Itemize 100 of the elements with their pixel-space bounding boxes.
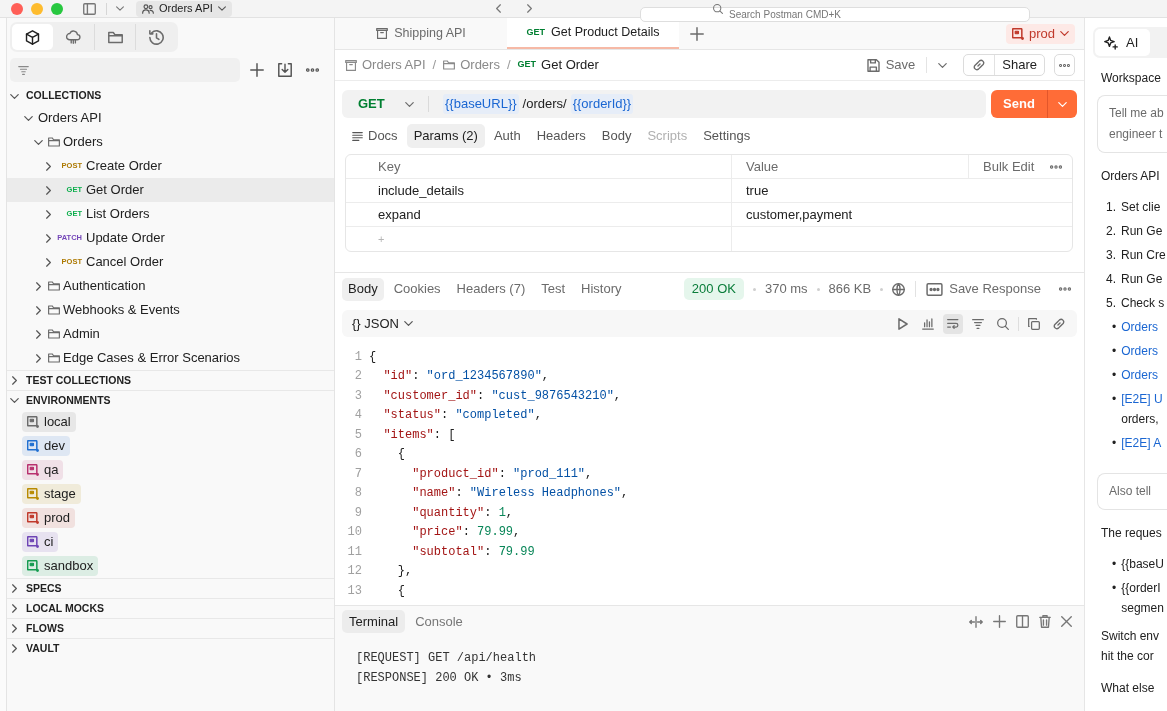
tree-item[interactable]: Authentication <box>7 274 334 298</box>
chevron-right-icon[interactable] <box>45 161 51 171</box>
section-header[interactable]: COLLECTIONS <box>10 86 102 106</box>
import-icon[interactable] <box>278 63 292 77</box>
viewer-tool-button[interactable] <box>943 313 963 334</box>
link-icon <box>973 59 986 71</box>
request-tab[interactable]: Docs <box>345 124 405 148</box>
plus-icon[interactable] <box>250 63 264 77</box>
panel-tab[interactable]: AI <box>1095 29 1150 56</box>
chevron-right-icon[interactable] <box>45 257 51 267</box>
line-number: 12 <box>346 563 362 581</box>
format-select[interactable]: {} JSON <box>352 313 413 334</box>
chevron-down-icon[interactable] <box>23 115 33 121</box>
forward-icon[interactable] <box>527 4 532 13</box>
more-icon[interactable] <box>1059 287 1071 291</box>
request-tab[interactable]: Params (2) <box>406 124 485 148</box>
link[interactable]: Orders <box>1121 317 1158 337</box>
workspace-button[interactable]: Orders API <box>136 0 232 17</box>
caret-icon[interactable] <box>116 6 124 11</box>
chevron-right-icon[interactable] <box>45 185 51 195</box>
tree-item[interactable]: Webhooks & Events <box>7 298 334 322</box>
environment-selector[interactable]: prod <box>1005 23 1075 44</box>
list-item-text: Run Cre <box>1121 247 1166 264</box>
environment-item[interactable]: qa <box>22 460 64 480</box>
method-select[interactable]: GET <box>342 90 428 118</box>
environment-item[interactable]: prod <box>22 508 76 528</box>
chevron-right-icon[interactable] <box>45 233 51 243</box>
trash-icon[interactable] <box>1039 615 1051 628</box>
terminal-tab[interactable]: Console <box>408 610 470 633</box>
chevron-right-icon[interactable] <box>35 353 41 363</box>
response-tab[interactable]: Body <box>342 277 384 301</box>
globe-icon[interactable] <box>892 282 906 296</box>
close-window-icon[interactable] <box>11 2 23 15</box>
environment-item[interactable]: sandbox <box>22 556 99 576</box>
box-icon <box>345 59 357 71</box>
more-button[interactable] <box>1054 54 1075 76</box>
request-tab[interactable]: Auth <box>486 124 528 148</box>
paragraph-text: Switch env hit the cor <box>1101 628 1160 665</box>
breadcrumb-link[interactable]: Orders API <box>345 55 426 75</box>
request-tab[interactable]: Settings <box>696 124 758 148</box>
chevron-right-icon[interactable] <box>45 209 51 219</box>
section-header[interactable]: VAULT <box>10 638 60 659</box>
tree-item[interactable]: Edge Cases & Error Scenarios <box>7 346 334 370</box>
environment-item[interactable]: ci <box>22 532 59 552</box>
tree-item[interactable]: Admin <box>7 322 334 346</box>
close-icon[interactable] <box>1061 616 1072 627</box>
more-icon[interactable] <box>306 68 319 72</box>
sparkle-icon <box>1104 35 1118 50</box>
request-tab[interactable]: Body <box>594 124 639 148</box>
code-line: }, <box>397 563 413 581</box>
link[interactable]: [E2E] U <box>1121 389 1163 409</box>
link[interactable]: [E2E] A <box>1121 433 1162 453</box>
chevron-down-icon[interactable] <box>938 62 948 68</box>
environment-item[interactable]: dev <box>22 436 70 456</box>
line-number: 5 <box>353 426 362 444</box>
request-tab[interactable]: Headers <box>529 124 593 148</box>
save-response-button[interactable]: Save Response <box>926 279 1041 299</box>
folder-icon <box>443 60 456 70</box>
plus-icon[interactable] <box>690 26 704 41</box>
sidebar-toggle-icon[interactable] <box>83 2 96 15</box>
section-header[interactable]: LOCAL MOCKS <box>10 598 104 619</box>
url-field[interactable]: {{baseURL}} /orders/ {{orderId}} <box>429 90 986 118</box>
resize-icon[interactable] <box>969 615 983 628</box>
editor-tab[interactable]: Shipping API <box>335 18 507 49</box>
split-view-icon[interactable] <box>1016 615 1029 628</box>
terminal-tab[interactable]: Terminal <box>342 610 406 633</box>
bulk-edit-button[interactable]: Bulk Edit <box>983 156 1035 177</box>
link[interactable]: Orders <box>1121 365 1158 385</box>
back-icon[interactable] <box>496 4 501 13</box>
more-icon[interactable] <box>1050 164 1062 169</box>
send-options-button[interactable] <box>1047 90 1077 118</box>
chevron-right-icon[interactable] <box>35 281 41 291</box>
list-marker: • <box>1112 556 1117 573</box>
line-number: 7 <box>353 465 362 483</box>
response-tab[interactable]: Headers (7) <box>450 277 532 301</box>
chevron-down-icon[interactable] <box>33 139 43 145</box>
environment-item[interactable]: local <box>22 412 76 432</box>
save-button[interactable]: Save <box>864 53 918 77</box>
plus-icon[interactable] <box>993 615 1006 628</box>
response-tab[interactable]: History <box>575 277 628 301</box>
section-header[interactable]: TEST COLLECTIONS <box>10 370 131 391</box>
tree-item[interactable]: Orders <box>7 130 334 154</box>
section-header[interactable]: FLOWS <box>10 618 64 639</box>
chevron-right-icon[interactable] <box>35 305 41 315</box>
section-header[interactable]: ENVIRONMENTS <box>10 390 111 411</box>
breadcrumb-link[interactable]: Orders <box>443 55 500 75</box>
editor-tab[interactable]: GET Get Product Details <box>507 18 679 49</box>
link[interactable]: Orders <box>1121 341 1158 361</box>
section-header[interactable]: SPECS <box>10 578 62 599</box>
chevron-down-icon <box>405 101 414 107</box>
sidebar-tab[interactable] <box>12 24 53 50</box>
filter-field[interactable] <box>10 58 240 82</box>
response-tab[interactable]: Test <box>535 277 572 301</box>
tree-item[interactable]: Orders API <box>7 106 334 130</box>
key-input-field[interactable]: + <box>346 227 732 251</box>
share-button[interactable]: Share <box>963 54 1045 76</box>
search-field[interactable]: Search Postman CMD+K <box>640 7 1030 22</box>
response-tab[interactable]: Cookies <box>387 277 447 301</box>
environment-item[interactable]: stage <box>22 484 81 504</box>
chevron-right-icon[interactable] <box>35 329 41 339</box>
